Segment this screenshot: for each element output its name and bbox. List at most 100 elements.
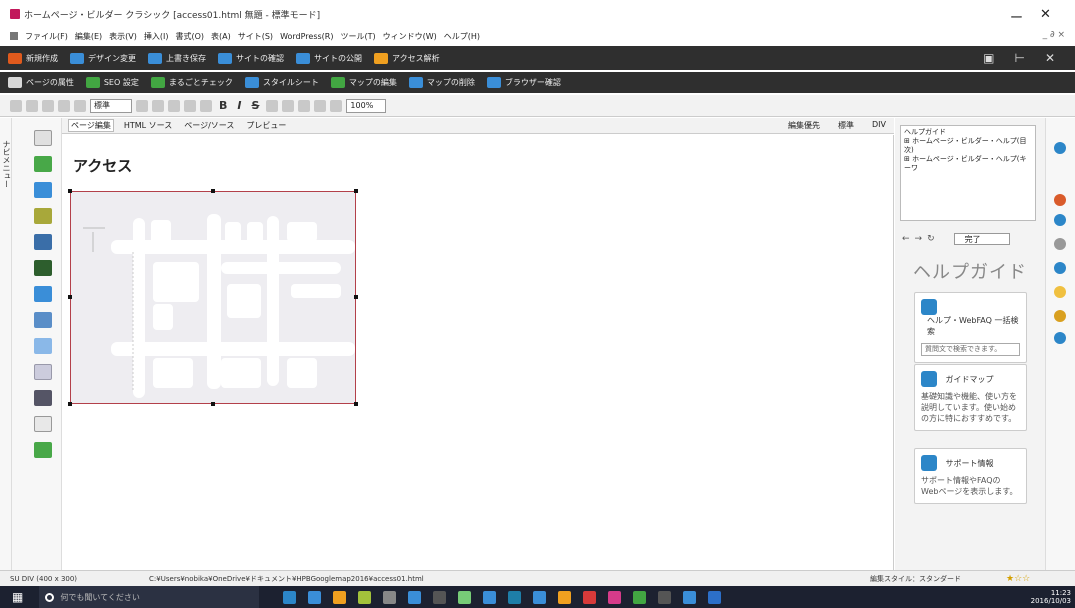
menu-help[interactable]: ヘルプ(H) [444, 31, 480, 42]
folder-icon[interactable] [1054, 286, 1066, 298]
browser-check-button[interactable]: ブラウザー確認 [486, 77, 561, 88]
copy-icon[interactable] [26, 99, 38, 112]
taskbar-app-icon[interactable] [308, 590, 322, 604]
table-icon[interactable] [34, 338, 52, 354]
gallery-icon[interactable] [34, 286, 52, 302]
paste-icon[interactable] [42, 99, 54, 112]
close-button[interactable]: ✕ [1040, 7, 1051, 22]
taskbar-app-icon[interactable] [558, 590, 572, 604]
list-icon[interactable] [200, 99, 212, 112]
tree-item[interactable]: ⊞ ホームページ・ビルダー・ヘルプ(キーワ [904, 155, 1032, 173]
resize-handle-n[interactable] [211, 189, 215, 193]
menu-format[interactable]: 書式(O) [175, 31, 204, 42]
menu-site[interactable]: サイト(S) [238, 31, 273, 42]
standard-select[interactable]: 標準 [838, 120, 854, 131]
guide-map-card[interactable]: ガイドマップ 基礎知識や機能、使い方を説明しています。使い始めの方に特におすすめ… [914, 364, 1027, 431]
web-icon[interactable] [1054, 214, 1066, 226]
taskbar-app-icon[interactable] [683, 590, 697, 604]
media-icon[interactable] [34, 234, 52, 250]
save-button[interactable]: 上書き保存 [148, 52, 206, 64]
full-check-button[interactable]: まるごとチェック [150, 77, 233, 88]
close-icon[interactable]: ✕ [1045, 51, 1055, 65]
taskbar-app-icon[interactable] [583, 590, 597, 604]
refresh-icon[interactable]: ↻ [927, 234, 935, 244]
design-change-button[interactable]: デザイン変更 [70, 52, 136, 64]
resize-handle-nw[interactable] [68, 189, 72, 193]
taskbar-app-icon[interactable] [658, 590, 672, 604]
taskbar-app-icon[interactable] [508, 590, 522, 604]
align-center-icon[interactable] [152, 99, 164, 112]
forward-arrow-icon[interactable]: → [915, 234, 923, 244]
menu-file[interactable]: ファイル(F) [25, 31, 68, 42]
taskbar-app-icon[interactable] [608, 590, 622, 604]
help-book-icon[interactable]: ▣ [983, 51, 994, 65]
taskbar-app-icon[interactable] [383, 590, 397, 604]
support-info-card[interactable]: サポート情報 サポート情報やFAQの Webページを表示します。 [914, 448, 1027, 504]
map-edit-button[interactable]: マップの編集 [330, 77, 397, 88]
zoom-out-icon[interactable] [330, 99, 343, 112]
font-size-down-icon[interactable] [282, 99, 295, 112]
windows-start-icon[interactable]: ▦ [12, 590, 23, 604]
text-icon[interactable] [34, 130, 52, 146]
zoom-select[interactable]: 100% [346, 98, 387, 113]
indent-icon[interactable] [184, 99, 196, 112]
tab-html-source[interactable]: HTML ソース [122, 120, 174, 131]
taskbar-app-icon[interactable] [483, 590, 497, 604]
resize-handle-ne[interactable] [354, 189, 358, 193]
page-icon[interactable] [34, 416, 52, 432]
taskbar-app-icon[interactable] [533, 590, 547, 604]
taskbar-app-icon[interactable] [408, 590, 422, 604]
clip-icon[interactable] [1054, 238, 1066, 250]
tab-page-edit[interactable]: ページ編集 [68, 119, 114, 132]
parts-icon[interactable] [1054, 310, 1066, 322]
stylesheet-button[interactable]: スタイルシート [244, 77, 319, 88]
person-icon[interactable] [34, 156, 52, 172]
faq-search-input[interactable]: 質問文で検索できます。 [921, 343, 1020, 356]
menu-insert[interactable]: 挿入(I) [144, 31, 169, 42]
menu-table[interactable]: 表(A) [211, 31, 231, 42]
mdi-window-controls[interactable]: _ ∂ × [1043, 30, 1065, 40]
font-size-up-icon[interactable] [266, 99, 279, 112]
guide-map-title[interactable]: ガイドマップ [946, 374, 994, 385]
seo-settings-button[interactable]: SEO 設定 [85, 77, 139, 88]
editor-canvas[interactable]: アクセス [62, 135, 894, 570]
system-clock[interactable]: 11:23 2016/10/03 [1031, 589, 1071, 605]
edit-priority-select[interactable]: 編集優先 [788, 120, 820, 131]
menu-edit[interactable]: 編集(E) [75, 31, 102, 42]
resize-handle-sw[interactable] [68, 402, 72, 406]
map-delete-button[interactable]: マップの削除 [408, 77, 475, 88]
menu-view[interactable]: 表示(V) [109, 31, 137, 42]
layout-icon[interactable] [34, 442, 52, 458]
taskbar-app-icon[interactable] [358, 590, 372, 604]
page-heading[interactable]: アクセス [73, 155, 132, 176]
menu-tools[interactable]: ツール(T) [340, 31, 375, 42]
style-select[interactable]: 標準 [90, 98, 132, 113]
italic-button[interactable]: I [234, 99, 244, 112]
map-placeholder[interactable] [68, 189, 358, 406]
material-icon[interactable] [1054, 194, 1066, 206]
help-circle-icon[interactable] [1054, 142, 1066, 154]
menu-wordpress[interactable]: WordPress(R) [280, 32, 333, 41]
form-icon[interactable] [34, 312, 52, 328]
cut-icon[interactable] [10, 99, 22, 112]
tab-preview[interactable]: プレビュー [244, 120, 288, 131]
help-tree[interactable]: ヘルプガイド ⊞ ホームページ・ビルダー・ヘルプ(目次) ⊞ ホームページ・ビル… [900, 125, 1036, 221]
menu-window[interactable]: ウィンドウ(W) [383, 31, 437, 42]
minimize-button[interactable]: ー [1010, 7, 1023, 26]
align-left-icon[interactable] [136, 99, 148, 112]
taskbar-app-icon[interactable] [333, 590, 347, 604]
nav-menu-tab[interactable]: ナビメニュー [1, 140, 12, 188]
page-properties-button[interactable]: ページの属性 [8, 77, 74, 88]
back-arrow-icon[interactable]: ← [902, 234, 910, 244]
resize-handle-e[interactable] [354, 295, 358, 299]
resize-handle-s[interactable] [211, 402, 215, 406]
taskbar-search[interactable]: 何でも聞いてください [39, 586, 260, 608]
support-info-title[interactable]: サポート情報 [946, 458, 994, 469]
align-right-icon[interactable] [168, 99, 180, 112]
taskbar-app-icon[interactable] [633, 590, 647, 604]
undo-icon[interactable] [58, 99, 70, 112]
tree-item[interactable]: ヘルプガイド [904, 128, 1032, 137]
settings-icon[interactable] [1054, 332, 1066, 344]
site-publish-button[interactable]: サイトの公開 [296, 52, 362, 64]
list-icon[interactable] [34, 364, 52, 380]
